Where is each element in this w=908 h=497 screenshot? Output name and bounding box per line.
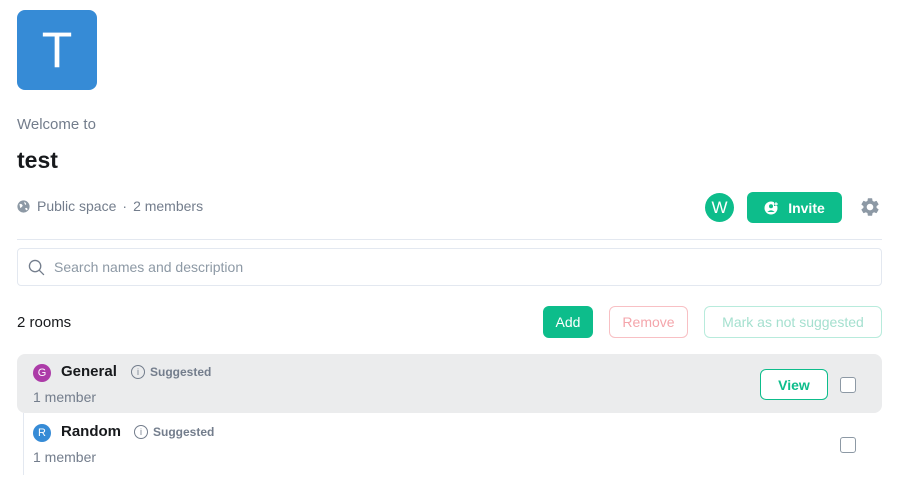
info-icon[interactable]: i: [131, 365, 145, 379]
room-member-count: 1 member: [33, 389, 97, 405]
remove-room-button[interactable]: Remove: [609, 306, 688, 338]
space-title: test: [17, 147, 58, 173]
member-avatar[interactable]: W: [705, 193, 734, 222]
settings-gear-icon[interactable]: [859, 196, 881, 218]
room-select-checkbox[interactable]: [840, 377, 856, 393]
search-box[interactable]: [17, 248, 882, 286]
member-count-link[interactable]: 2 members: [133, 198, 203, 214]
suggested-badge: i Suggested: [134, 425, 214, 439]
invite-button[interactable]: Invite: [747, 192, 842, 223]
invite-label: Invite: [788, 199, 825, 216]
meta-separator: ·: [122, 198, 128, 214]
visibility-label: Public space: [37, 198, 117, 214]
suggested-label: Suggested: [150, 365, 212, 379]
suggested-label: Suggested: [153, 425, 215, 439]
header-divider: [17, 239, 882, 240]
rooms-count: 2 rooms: [17, 314, 72, 331]
view-room-button[interactable]: View: [760, 369, 828, 400]
add-room-button[interactable]: Add: [543, 306, 593, 338]
room-row-random[interactable]: R Random i Suggested 1 member: [17, 414, 882, 473]
invite-user-icon: [764, 201, 779, 214]
globe-icon: [17, 199, 30, 213]
welcome-label: Welcome to: [17, 116, 96, 133]
mark-not-suggested-button[interactable]: Mark as not suggested: [704, 306, 882, 338]
search-icon: [28, 259, 45, 275]
search-input[interactable]: [54, 259, 834, 275]
room-avatar: R: [33, 424, 51, 442]
room-name: Random: [61, 423, 121, 440]
info-icon[interactable]: i: [134, 425, 148, 439]
room-select-checkbox[interactable]: [840, 437, 856, 453]
space-meta: Public space · 2 members: [17, 198, 203, 214]
room-avatar: G: [33, 364, 51, 382]
space-avatar: T: [17, 10, 97, 90]
room-name: General: [61, 363, 117, 380]
room-member-count: 1 member: [33, 449, 97, 465]
room-row-general[interactable]: G General i Suggested 1 member View: [17, 354, 882, 413]
suggested-badge: i Suggested: [131, 365, 211, 379]
